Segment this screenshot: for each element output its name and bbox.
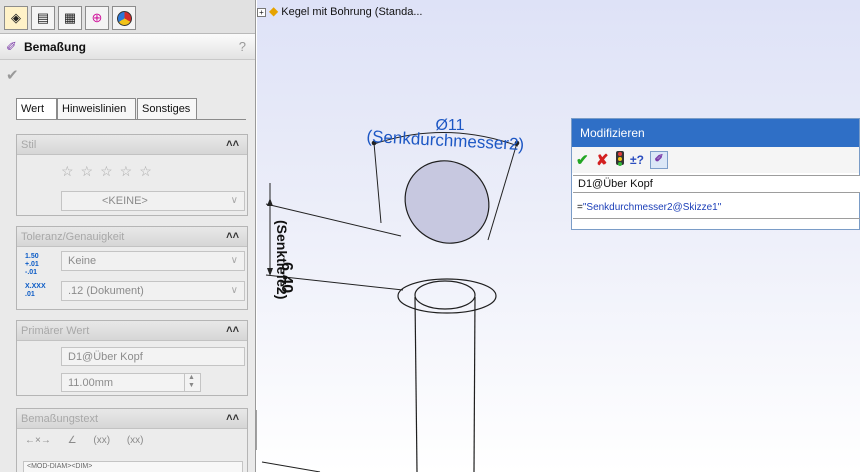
stil-group: Stil ˄˄ ☆☆☆☆☆ <KEINE> ∨: [16, 134, 248, 216]
manager-tab-bar: ◈ ▤ ▦ ⊕: [0, 0, 255, 34]
property-manager: ◈ ▤ ▦ ⊕ ✐ Bemaßung ? ✔ Wert Hinweislinie…: [0, 0, 256, 472]
parentheses-icon[interactable]: (xx): [93, 435, 110, 446]
counterbore-outer-edge[interactable]: [397, 278, 497, 314]
tolerance-type-icon: 1.50 +.01 -.01: [25, 253, 39, 276]
chevron-down-icon: ∨: [230, 285, 238, 296]
toleranz-group: Toleranz/Genauigkeit ˄˄ 1.50 +.01 -.01 K…: [16, 226, 248, 310]
rebuild-traffic-light-icon[interactable]: [616, 151, 624, 166]
cancel-x-icon[interactable]: ✘: [596, 151, 609, 169]
tolerance-type-value: Keine: [68, 255, 97, 267]
part-icon: ◆: [269, 4, 279, 18]
equation-text: "Senkdurchmesser2@Skizze1": [582, 202, 722, 213]
expand-icon[interactable]: +: [257, 7, 266, 17]
dimension-value-text: 11.00mm: [68, 377, 114, 389]
precision-dropdown[interactable]: .12 (Dokument) ∨: [61, 281, 245, 301]
text-format-icons: ←×→ ∠ (xx) (xx): [25, 435, 158, 446]
toleranz-group-header[interactable]: Toleranz/Genauigkeit ˄˄: [17, 227, 247, 247]
property-manager-title: Bemaßung: [24, 40, 87, 54]
style-dropdown-value: <KEINE>: [102, 195, 148, 207]
modify-toolbar: ✔ ✘ ±? ✐: [572, 147, 859, 173]
counterbore-inner-edge[interactable]: [414, 280, 476, 310]
property-manager-header: ✐ Bemaßung ?: [0, 34, 255, 60]
modify-dialog-title[interactable]: Modifizieren: [572, 119, 859, 147]
arrow-symbol-icon[interactable]: ←×→: [25, 435, 51, 446]
angle-symbol-icon[interactable]: ∠: [68, 435, 77, 446]
help-icon[interactable]: ?: [239, 39, 246, 54]
dimxpert-tab-icon[interactable]: ⊕: [85, 6, 109, 30]
part-name: Kegel mit Bohrung (Standa...: [281, 6, 423, 18]
property-manager-tab-icon[interactable]: ▤: [31, 6, 55, 30]
equation-field[interactable]: ="Senkdurchmesser2@Skizze1": [573, 199, 860, 219]
hole-ellipse[interactable]: [388, 144, 505, 260]
diameter-extension-right: [487, 142, 518, 241]
model-view: Ø11 (Senkdurchmesser2) 6.40 (Senktiefe2): [261, 117, 525, 472]
tab-sonstiges[interactable]: Sonstiges: [137, 98, 197, 120]
ok-check-icon[interactable]: ✔: [576, 151, 589, 169]
inspection-icon[interactable]: (xx): [127, 435, 144, 446]
dimension-icon: ✐: [6, 39, 17, 54]
bemassungstext-header[interactable]: Bemaßungstext ˄˄: [17, 409, 247, 429]
arrow-up-icon: [267, 198, 273, 206]
model-edge: [261, 461, 321, 472]
style-actions-icons: ☆☆☆☆☆: [61, 163, 159, 179]
collapse-chevron-icon[interactable]: ˄˄: [226, 138, 239, 150]
style-dropdown[interactable]: <KEINE> ∨: [61, 191, 245, 211]
shaft-left-edge[interactable]: [414, 296, 418, 472]
chevron-down-icon: ∨: [230, 255, 238, 266]
display-manager-tab-icon[interactable]: [112, 6, 136, 30]
diameter-extension-left: [373, 142, 382, 224]
configuration-manager-tab-icon[interactable]: ▦: [58, 6, 82, 30]
tab-divider: [16, 119, 246, 120]
tab-wert[interactable]: Wert: [16, 98, 57, 120]
tolerance-type-dropdown[interactable]: Keine ∨: [61, 251, 245, 271]
confirm-check-icon[interactable]: ✔: [6, 66, 19, 84]
stil-group-title: Stil: [21, 139, 37, 151]
dimension-text-field[interactable]: <MOD-DIAM><DIM>: [23, 461, 243, 472]
collapse-chevron-icon[interactable]: ˄˄: [226, 324, 239, 336]
stil-group-header[interactable]: Stil ˄˄: [17, 135, 247, 155]
feature-tree-flyout[interactable]: + ◆ Kegel mit Bohrung (Standa...: [257, 4, 422, 22]
precision-value: .12 (Dokument): [68, 285, 144, 297]
shaft-right-edge[interactable]: [473, 296, 476, 472]
depth-name-label[interactable]: (Senktiefe2): [274, 220, 290, 299]
chevron-down-icon: ∨: [230, 195, 238, 206]
diameter-name-label[interactable]: (Senkdurchmesser2): [366, 127, 525, 154]
primaerer-wert-header[interactable]: Primärer Wert ˄˄: [17, 321, 247, 341]
dimension-name-field[interactable]: D1@Über Kopf: [61, 347, 245, 366]
bemassungstext-group: Bemaßungstext ˄˄ ←×→ ∠ (xx) (xx) <MOD-DI…: [16, 408, 248, 472]
dimension-value-field[interactable]: 11.00mm ▲ ▼: [61, 373, 201, 392]
mark-dimension-icon[interactable]: ✐: [650, 151, 668, 169]
collapse-chevron-icon[interactable]: ˄˄: [226, 412, 239, 424]
dimension-name-input[interactable]: D1@Über Kopf: [573, 175, 860, 193]
primaerer-wert-group: Primärer Wert ˄˄ D1@Über Kopf 11.00mm ▲ ▼: [16, 320, 248, 396]
increment-icon[interactable]: ±?: [630, 153, 644, 167]
feature-manager-tab-icon[interactable]: ◈: [4, 6, 28, 30]
toleranz-group-title: Toleranz/Genauigkeit: [21, 231, 125, 243]
collapse-chevron-icon[interactable]: ˄˄: [226, 230, 239, 242]
bemassungstext-title: Bemaßungstext: [21, 413, 99, 425]
primaerer-wert-title: Primärer Wert: [21, 325, 90, 337]
precision-icon: X.XXX .01: [25, 283, 46, 298]
modify-dialog: Modifizieren ✔ ✘ ±? ✐ D1@Über Kopf ="Sen…: [571, 118, 860, 230]
tab-hinweislinien[interactable]: Hinweislinien: [57, 98, 136, 120]
value-spinner-icon[interactable]: ▲ ▼: [184, 374, 198, 391]
graphics-area[interactable]: Ø11 (Senkdurchmesser2) 6.40 (Senktiefe2): [257, 0, 860, 472]
